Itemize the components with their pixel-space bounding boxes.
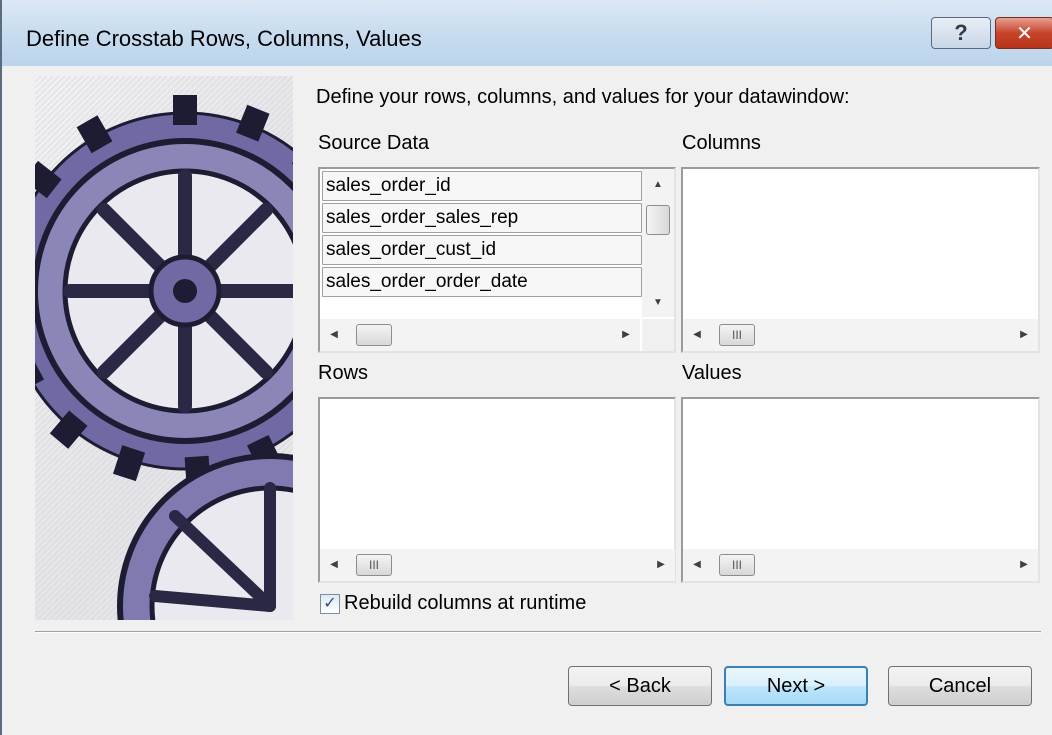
source-item-sales-order-id[interactable]: sales_order_id [322, 171, 642, 201]
scroll-left-icon[interactable]: ◀ [683, 319, 711, 351]
columns-horizontal-scrollbar[interactable]: ◀ III ▶ [683, 319, 1038, 351]
scrollbar-corner [642, 319, 674, 351]
instruction-text: Define your rows, columns, and values fo… [316, 86, 850, 108]
columns-list[interactable]: ◀ III ▶ [681, 167, 1040, 353]
dialog-title: Define Crosstab Rows, Columns, Values [26, 26, 422, 51]
scroll-left-icon[interactable]: ◀ [683, 549, 711, 581]
cancel-button[interactable]: Cancel [888, 666, 1032, 706]
values-label: Values [682, 362, 742, 384]
rebuild-columns-label[interactable]: Rebuild columns at runtime [344, 592, 586, 615]
next-button[interactable]: Next > [724, 666, 868, 706]
rebuild-columns-checkbox[interactable]: ✓ [320, 594, 340, 614]
columns-label: Columns [682, 132, 761, 154]
scroll-right-icon[interactable]: ▶ [1010, 549, 1038, 581]
title-bar[interactable]: Define Crosstab Rows, Columns, Values ? … [2, 0, 1052, 66]
source-item-sales-order-sales-rep[interactable]: sales_order_sales_rep [322, 203, 642, 233]
values-horizontal-scrollbar[interactable]: ◀ III ▶ [683, 549, 1038, 581]
gears-icon [35, 76, 293, 620]
source-horizontal-scrollbar[interactable]: ◀ ▶ [320, 319, 640, 351]
source-item-sales-order-order-date[interactable]: sales_order_order_date [322, 267, 642, 297]
close-button[interactable]: ✕ [995, 17, 1052, 49]
help-icon: ? [954, 20, 968, 45]
back-button[interactable]: < Back [568, 666, 712, 706]
close-icon: ✕ [1016, 21, 1033, 45]
scroll-right-icon[interactable]: ▶ [647, 549, 675, 581]
columns-horizontal-thumb[interactable]: III [719, 324, 755, 346]
wizard-gears-illustration [35, 76, 293, 620]
scroll-up-icon[interactable]: ▲ [642, 171, 674, 199]
rows-list[interactable]: ◀ III ▶ [318, 397, 676, 583]
source-horizontal-thumb[interactable] [356, 324, 392, 346]
source-data-label: Source Data [318, 132, 430, 154]
rows-horizontal-scrollbar[interactable]: ◀ III ▶ [320, 549, 675, 581]
help-button[interactable]: ? [931, 17, 991, 49]
rows-label: Rows [318, 362, 369, 384]
source-item-sales-order-cust-id[interactable]: sales_order_cust_id [322, 235, 642, 265]
values-horizontal-thumb[interactable]: III [719, 554, 755, 576]
rows-horizontal-thumb[interactable]: III [356, 554, 392, 576]
checkmark-icon: ✓ [323, 595, 337, 612]
source-vertical-scrollbar[interactable]: ▲ ▼ [642, 169, 674, 317]
values-list[interactable]: ◀ III ▶ [681, 397, 1040, 583]
scroll-left-icon[interactable]: ◀ [320, 549, 348, 581]
scroll-down-icon[interactable]: ▼ [642, 289, 674, 317]
dialog-window: Define Crosstab Rows, Columns, Values ? … [0, 0, 1052, 735]
source-data-list[interactable]: sales_order_id sales_order_sales_rep sal… [318, 167, 676, 353]
scroll-left-icon[interactable]: ◀ [320, 319, 348, 351]
scroll-right-icon[interactable]: ▶ [1010, 319, 1038, 351]
scroll-right-icon[interactable]: ▶ [612, 319, 640, 351]
separator [35, 631, 1041, 633]
source-vertical-thumb[interactable] [646, 205, 670, 235]
